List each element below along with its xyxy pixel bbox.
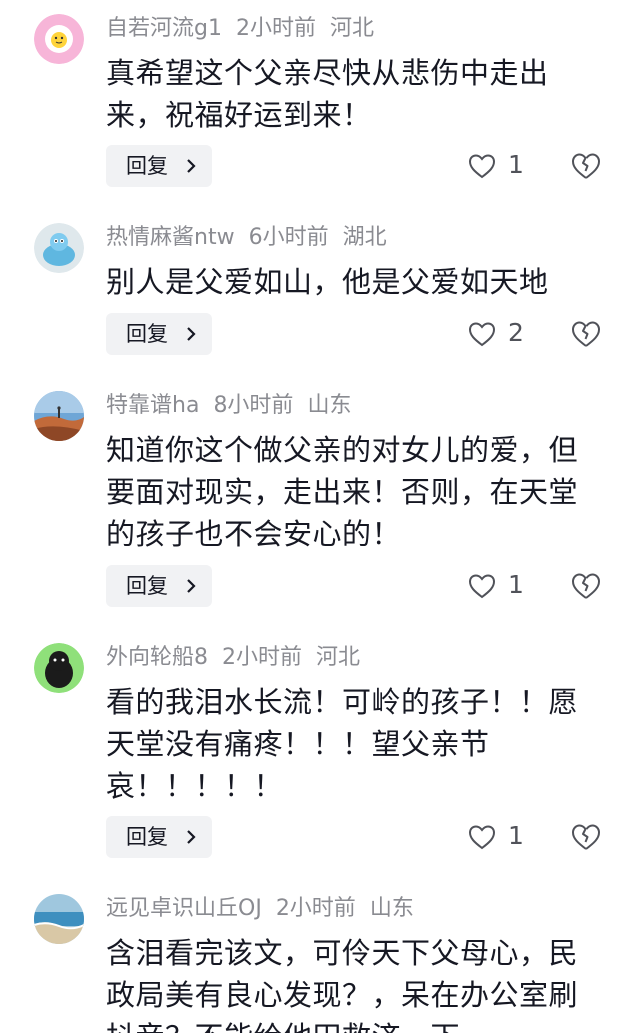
black-cartoon-icon [34,643,84,693]
avatar[interactable] [34,894,84,944]
blue-creature-icon [34,223,84,273]
broken-heart-icon[interactable] [571,572,601,600]
reply-button[interactable]: 回复 [106,145,212,187]
comment-location: 湖北 [342,225,387,250]
like-count: 1 [508,150,524,179]
username[interactable]: 热情麻酱ntw [106,225,235,250]
avatar[interactable] [34,391,84,441]
username[interactable]: 远见卓识山丘OJ [106,896,262,921]
comment-text: 知道你这个做父亲的对女儿的爱，但要面对现实，走出来！否则，在天堂的孩子也不会安心… [106,433,579,551]
like-count: 2 [508,318,524,347]
heart-icon[interactable] [468,321,496,347]
heart-icon[interactable] [468,824,496,850]
comment-time: 2小时前 [275,896,356,921]
chevron-right-icon [187,830,196,844]
comment-meta: 特靠谱ha 8小时前 山东 [106,391,365,421]
reply-label: 回复 [126,574,168,598]
comment-time: 2小时前 [222,645,302,670]
comment-meta: 自若河流g1 2小时前 河北 [106,14,388,44]
comment-location: 河北 [329,16,374,41]
seaside-icon [34,894,84,944]
comment-text: 含泪看完该文，可伶天下父母心，民政局美有良心发现？，呆在办公室刷抖音？不能给他田… [106,936,579,1033]
reply-button[interactable]: 回复 [106,816,212,858]
username[interactable]: 外向轮船8 [106,645,208,670]
comment-text: 别人是父爱如山，他是父爱如天地 [106,265,549,299]
chevron-right-icon [187,579,196,593]
comment-time: 2小时前 [235,16,316,41]
broken-heart-icon[interactable] [571,320,601,348]
comment-meta: 远见卓识山丘OJ 2小时前 山东 [106,894,428,924]
heart-icon[interactable] [468,573,496,599]
comment-meta: 外向轮船8 2小时前 河北 [106,643,374,673]
smiling-egg-icon [34,14,84,64]
chevron-right-icon [187,327,196,341]
like-count: 1 [508,821,524,850]
avatar[interactable] [34,643,84,693]
comment-time: 6小时前 [248,225,329,250]
username[interactable]: 自若河流g1 [106,16,222,41]
comment-location: 山东 [307,393,352,418]
reply-button[interactable]: 回复 [106,313,212,355]
comment-text: 看的我泪水长流！可岭的孩子！！愿天堂没有痛疼！！！望父亲节哀！！！！！ [106,685,579,803]
broken-heart-icon[interactable] [571,152,601,180]
like-count: 1 [508,570,524,599]
reply-label: 回复 [126,825,168,849]
reply-label: 回复 [126,322,168,346]
chevron-right-icon [187,159,196,173]
comment-meta: 热情麻酱ntw 6小时前 湖北 [106,223,401,253]
reply-label: 回复 [126,154,168,178]
comment-location: 山东 [369,896,414,921]
avatar[interactable] [34,14,84,64]
heart-icon[interactable] [468,153,496,179]
comment-location: 河北 [316,645,361,670]
broken-heart-icon[interactable] [571,823,601,851]
reply-button[interactable]: 回复 [106,565,212,607]
desert-landscape-icon [34,391,84,441]
comment-time: 8小时前 [213,393,294,418]
avatar[interactable] [34,223,84,273]
comment-text: 真希望这个父亲尽快从悲伤中走出来，祝福好运到来！ [106,56,549,132]
username[interactable]: 特靠谱ha [106,393,199,418]
